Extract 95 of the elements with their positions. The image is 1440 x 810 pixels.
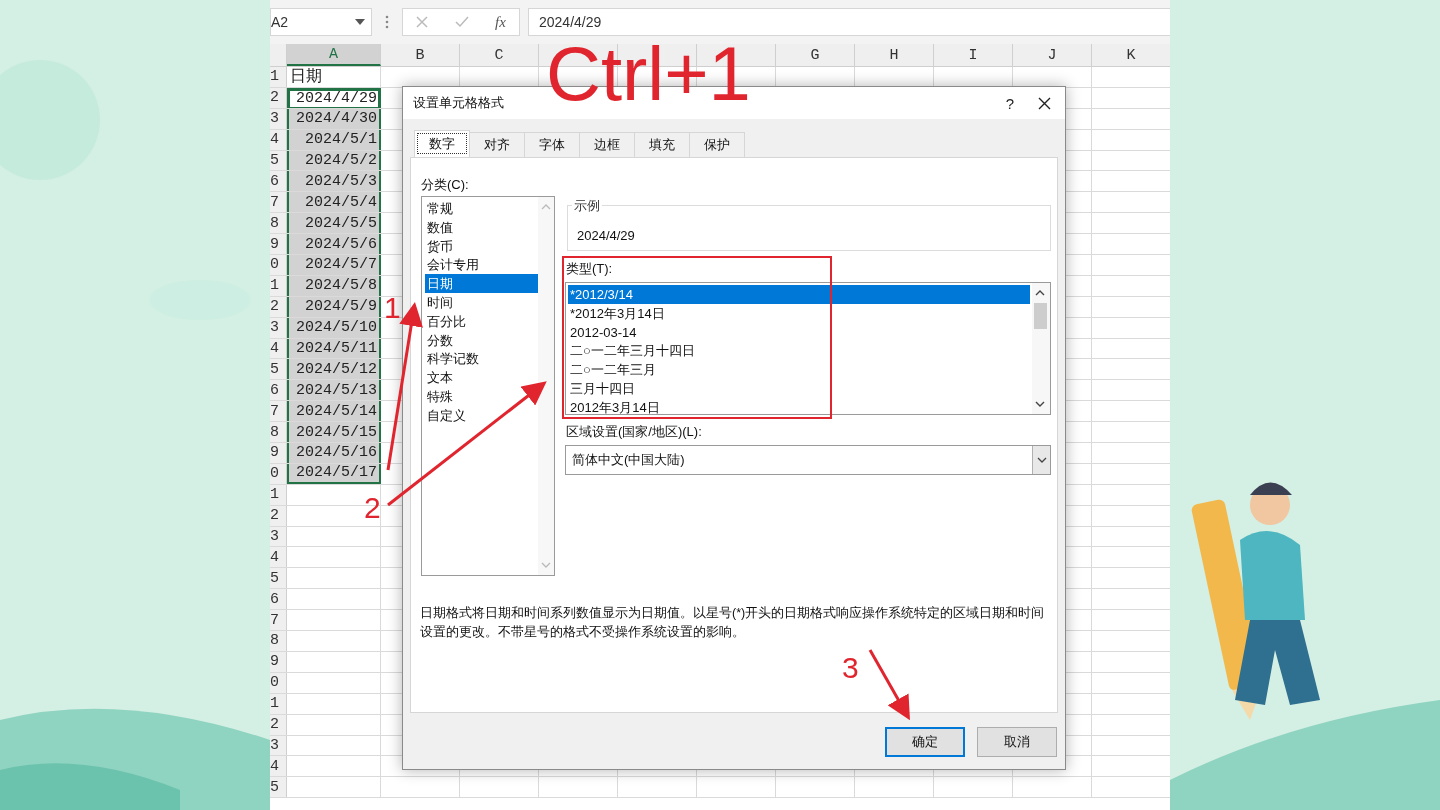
list-item[interactable]: 2012年3月14日 xyxy=(568,397,1030,417)
category-list[interactable]: 常规 数值 货币 会计专用 日期 时间 百分比 分数 科学记数 文本 特殊 自定义 xyxy=(421,196,555,576)
table-cell: 2024/5/11 xyxy=(287,338,381,359)
type-list[interactable]: *2012/3/14 *2012年3月14日 2012-03-14 二○一二年三月十四日 二○一二年三月 三月十四日 2012年3月14日 xyxy=(565,282,1051,415)
row-number[interactable]: 9 xyxy=(270,443,287,463)
close-icon[interactable] xyxy=(1038,96,1051,110)
list-item[interactable]: 时间 xyxy=(425,293,538,312)
list-item[interactable]: 货币 xyxy=(425,236,538,256)
list-item[interactable]: 数值 xyxy=(425,217,538,237)
row-number[interactable]: 1 xyxy=(270,67,287,87)
dropdown-icon xyxy=(355,19,365,25)
dropdown-icon xyxy=(1036,457,1047,463)
column-header[interactable]: C xyxy=(460,44,539,66)
table-cell: 2024/5/4 xyxy=(287,192,381,213)
column-header[interactable]: B xyxy=(381,44,460,66)
help-button[interactable]: ? xyxy=(1005,94,1014,112)
scroll-down-icon[interactable] xyxy=(1035,400,1045,408)
list-item[interactable]: 二○一二年三月 xyxy=(568,360,1030,379)
column-header[interactable]: H xyxy=(855,44,934,66)
row-number[interactable]: 5 xyxy=(270,777,287,798)
row-number[interactable]: 7 xyxy=(270,192,287,213)
list-item[interactable]: 日期 xyxy=(425,274,538,293)
locale-label: 区域设置(国家/地区)(L): xyxy=(566,423,702,441)
table-cell: 2024/5/5 xyxy=(287,213,381,234)
table-cell: 2024/5/14 xyxy=(287,401,381,422)
sample-label: 示例 xyxy=(572,197,602,215)
tab[interactable]: 保护 xyxy=(689,132,745,157)
list-item[interactable]: 文本 xyxy=(425,368,538,387)
list-item[interactable]: 会计专用 xyxy=(425,255,538,275)
table-cell: 2024/5/8 xyxy=(287,275,381,296)
table-cell: 2024/5/17 xyxy=(287,463,381,484)
table-cell: 2024/5/1 xyxy=(287,129,381,150)
row-number[interactable]: 8 xyxy=(270,213,287,234)
name-box[interactable]: A2 xyxy=(270,8,372,36)
type-label: 类型(T): xyxy=(566,260,613,278)
list-item[interactable]: 分数 xyxy=(425,330,538,350)
list-item[interactable]: 二○一二年三月十四日 xyxy=(568,341,1030,361)
step-number: 3 xyxy=(842,652,859,684)
scroll-up-icon[interactable] xyxy=(1035,289,1045,297)
shortcut-annotation: Ctrl+1 xyxy=(546,34,751,114)
table-cell: 2024/5/9 xyxy=(287,296,381,317)
table-cell: 2024/5/13 xyxy=(287,380,381,401)
check-icon[interactable] xyxy=(454,16,469,28)
row-number[interactable]: 5 xyxy=(270,568,287,589)
table-cell: 2024/5/15 xyxy=(287,422,381,443)
row-number[interactable]: 8 xyxy=(270,422,287,443)
table-cell: 2024/5/2 xyxy=(287,150,381,171)
list-item[interactable]: 百分比 xyxy=(425,311,538,331)
table-cell: 2024/5/16 xyxy=(287,443,381,463)
description-text: 日期格式将日期和时间系列数值显示为日期值。以星号(*)开头的日期格式响应操作系统特定的区域日期和时间设置的更改。不带星号的格式不受操作系统设置的影响。 xyxy=(420,605,1046,641)
row-number[interactable]: 7 xyxy=(270,401,287,422)
table-cell: 2024/4/30 xyxy=(287,108,381,129)
table-cell: 2024/4/29 xyxy=(287,87,381,108)
formula-input[interactable]: 2024/4/29 xyxy=(528,8,1170,36)
row-number[interactable]: 6 xyxy=(270,589,287,610)
step-number: 2 xyxy=(364,492,381,524)
list-item[interactable]: *2012年3月14日 xyxy=(568,303,1030,323)
table-cell: 2024/5/10 xyxy=(287,317,381,338)
row-number[interactable]: 8 xyxy=(270,631,287,651)
table-cell: 2024/5/6 xyxy=(287,234,381,254)
row-number[interactable]: 5 xyxy=(270,359,287,380)
column-header[interactable]: A xyxy=(287,44,381,66)
row-number[interactable]: 9 xyxy=(270,234,287,254)
cancel-icon[interactable] xyxy=(416,16,429,28)
step-number: 1 xyxy=(384,292,401,324)
column-header[interactable]: G xyxy=(776,44,855,66)
column-header[interactable]: J xyxy=(1013,44,1092,66)
table-cell: 2024/5/12 xyxy=(287,359,381,380)
row-number[interactable]: 7 xyxy=(270,610,287,631)
tab[interactable]: 数字 xyxy=(414,130,470,157)
sample-value: 2024/4/29 xyxy=(577,228,635,243)
row-number[interactable]: 6 xyxy=(270,380,287,401)
table-cell: 2024/5/3 xyxy=(287,171,381,192)
insert-function-button[interactable]: fx xyxy=(494,13,506,31)
row-number[interactable]: 6 xyxy=(270,171,287,192)
list-item[interactable]: 自定义 xyxy=(425,405,538,425)
table-cell: 日期 xyxy=(287,67,381,87)
row-number[interactable]: 4 xyxy=(270,547,287,568)
scroll-thumb[interactable] xyxy=(1034,303,1047,329)
list-item[interactable]: *2012/3/14 xyxy=(568,285,1030,304)
cancel-button[interactable]: 取消 xyxy=(977,727,1057,757)
dialog-title: 设置单元格格式 xyxy=(413,94,504,112)
row-number[interactable]: 0 xyxy=(270,255,287,275)
list-item[interactable]: 特殊 xyxy=(425,386,538,406)
locale-dropdown[interactable]: 简体中文(中国大陆) xyxy=(565,445,1051,475)
column-header[interactable]: I xyxy=(934,44,1013,66)
row-number[interactable]: 4 xyxy=(270,756,287,777)
list-item[interactable]: 三月十四日 xyxy=(568,379,1030,398)
list-item[interactable]: 常规 xyxy=(425,199,538,218)
table-cell: 2024/5/7 xyxy=(287,255,381,275)
ok-button[interactable]: 确定 xyxy=(885,727,965,757)
list-item[interactable]: 2012-03-14 xyxy=(568,322,1030,342)
annotation-arrow xyxy=(868,649,910,721)
category-label: 分类(C): xyxy=(421,176,469,194)
list-item[interactable]: 科学记数 xyxy=(425,349,538,369)
